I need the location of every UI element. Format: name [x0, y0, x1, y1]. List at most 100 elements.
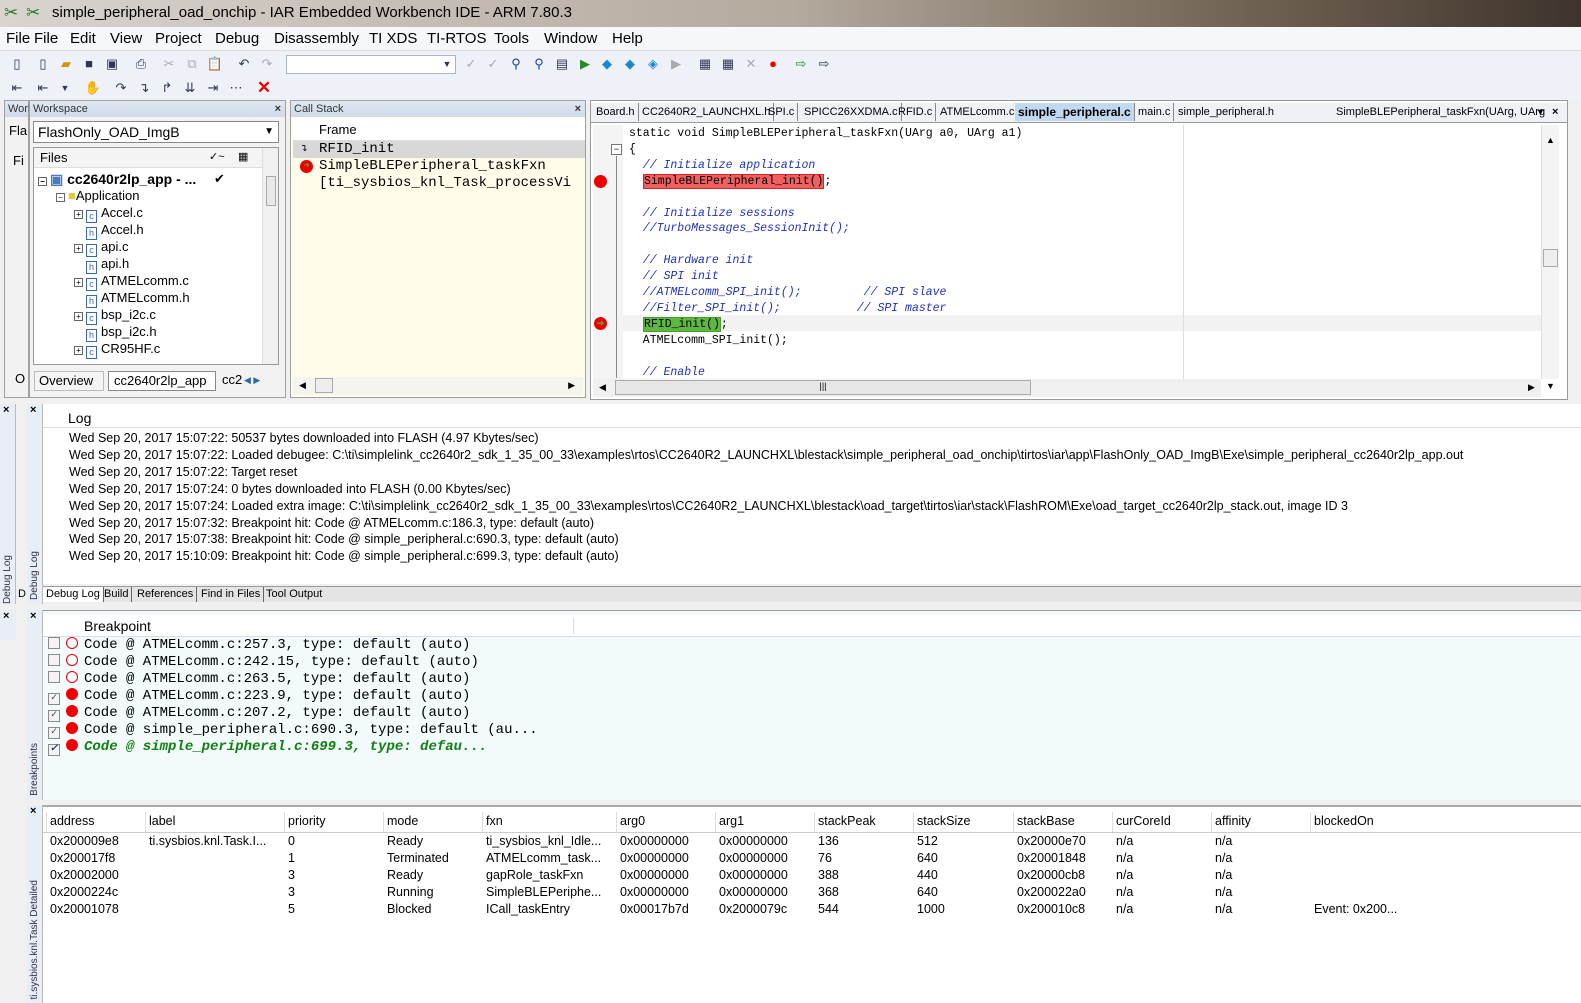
- frame-row[interactable]: ➔ SimpleBLEPeripheral_taskFxn: [293, 158, 585, 175]
- scroll-up-icon[interactable]: ▲: [1546, 135, 1555, 145]
- breakpoint-row[interactable]: ✓ Code @ simple_peripheral.c:690.3, type:…: [48, 722, 538, 739]
- file-item[interactable]: +hATMELcomm.h: [74, 290, 190, 308]
- file-item[interactable]: +hbsp_i2c.h: [74, 324, 157, 342]
- tab-cc2[interactable]: cc2: [220, 371, 244, 389]
- open-icon[interactable]: ▰: [57, 55, 75, 73]
- column-header-arg1[interactable]: arg1: [719, 814, 744, 828]
- step-over-icon[interactable]: ↷: [112, 79, 130, 97]
- scroll-left-icon[interactable]: ◀: [299, 380, 306, 391]
- expand-icon[interactable]: +: [74, 210, 83, 219]
- menu-help[interactable]: Help: [612, 27, 643, 51]
- editor-vscrollbar[interactable]: ▲ ▼: [1541, 125, 1559, 391]
- column-header-stackBase[interactable]: stackBase: [1017, 814, 1075, 828]
- tab-find-in-files[interactable]: Find in Files: [198, 587, 265, 602]
- breakpoints-side-tab[interactable]: Breakpoints: [29, 743, 40, 796]
- tab-spicc26xxdma-c[interactable]: SPICC26XXDMA.c: [801, 103, 902, 121]
- new-file-icon[interactable]: ▯: [8, 55, 26, 73]
- step-icon[interactable]: ⇨: [792, 55, 810, 73]
- column-header-arg0[interactable]: arg0: [620, 814, 645, 828]
- cut-icon[interactable]: ✂: [160, 55, 178, 73]
- tab-overview[interactable]: Overview: [34, 371, 104, 391]
- breakpoint-checkbox[interactable]: [48, 654, 60, 666]
- column-divider[interactable]: [715, 812, 716, 832]
- tab-atmelcomm-c[interactable]: ATMELcomm.c: [937, 103, 1019, 121]
- breakpoint-filter-icon[interactable]: ⚲: [530, 55, 548, 73]
- column-divider[interactable]: [814, 812, 815, 832]
- chevron-down-icon[interactable]: ▼: [438, 55, 456, 73]
- breakpoint-row[interactable]: Code @ ATMELcomm.c:242.15, type: default…: [48, 654, 479, 671]
- menu-view[interactable]: View: [110, 27, 142, 51]
- config-combo[interactable]: [286, 55, 456, 74]
- frame-column-header[interactable]: Frame: [293, 119, 585, 141]
- step-out-icon[interactable]: ↱: [158, 79, 176, 97]
- file-item[interactable]: + c ATMELcomm.c: [74, 273, 189, 291]
- close-icon[interactable]: ×: [30, 805, 36, 817]
- scroll-right-icon[interactable]: ▶: [568, 380, 575, 391]
- breakpoint-checkbox[interactable]: ✓: [48, 710, 60, 722]
- breakpoint-icon[interactable]: ●: [764, 55, 782, 73]
- go-to-icon[interactable]: ▤: [553, 55, 571, 73]
- chevron-down-icon[interactable]: ▼: [1533, 103, 1548, 121]
- disassembly-icon[interactable]: ▦: [696, 55, 714, 73]
- column-header-stackPeak[interactable]: stackPeak: [818, 814, 876, 828]
- column-divider[interactable]: [482, 812, 483, 832]
- log-column-header[interactable]: Log: [43, 408, 1581, 428]
- column-header-curCoreId[interactable]: curCoreId: [1116, 814, 1171, 828]
- close-icon[interactable]: ×: [3, 610, 9, 622]
- menu-edit[interactable]: Edit: [70, 27, 96, 51]
- breakpoint-row[interactable]: ✓ Code @ ATMELcomm.c:207.2, type: default…: [48, 705, 470, 722]
- nav-forward-icon[interactable]: ◆: [621, 55, 639, 73]
- tab-build[interactable]: Build: [101, 587, 133, 602]
- frame-row[interactable]: [ti_sysbios_knl_Task_processVi: [293, 175, 585, 192]
- toggle-breakpoint-icon[interactable]: ⚲: [507, 55, 525, 73]
- column-divider[interactable]: [1310, 812, 1311, 832]
- breakpoint-checkbox[interactable]: ✓: [48, 727, 60, 739]
- tab-simple-peripheral-h[interactable]: simple_peripheral.h: [1175, 103, 1277, 121]
- scroll-down-icon[interactable]: ▼: [1546, 381, 1555, 391]
- column-header-affinity[interactable]: affinity: [1215, 814, 1251, 828]
- close-icon[interactable]: ×: [3, 404, 9, 416]
- compile-icon[interactable]: ✓: [462, 55, 480, 73]
- column-header-label[interactable]: label: [149, 814, 175, 828]
- editor-hscrollbar[interactable]: ◀ ||| ▶: [593, 379, 1541, 397]
- debug-log-side-tab[interactable]: Debug Log: [29, 551, 40, 600]
- column-header-mode[interactable]: mode: [387, 814, 418, 828]
- chevron-down-icon[interactable]: ▼: [56, 79, 74, 97]
- close-icon[interactable]: ×: [275, 101, 281, 117]
- make-icon[interactable]: ✓: [484, 55, 502, 73]
- menu-ti-rtos[interactable]: TI-RTOS: [427, 27, 486, 51]
- expand-icon[interactable]: +: [74, 346, 83, 355]
- nav-back-icon[interactable]: ◆: [598, 55, 616, 73]
- column-divider[interactable]: [1112, 812, 1113, 832]
- task-detailed-side-tab[interactable]: ti.sysbios.knl.Task Detailed: [29, 880, 40, 1000]
- expand-icon[interactable]: +: [74, 312, 83, 321]
- file-item[interactable]: +hAccel.h: [74, 222, 144, 240]
- tab-debug-log[interactable]: Debug Log: [43, 587, 104, 602]
- file-tree-scrollbar[interactable]: [262, 148, 278, 364]
- menu-project[interactable]: Project: [155, 27, 202, 51]
- scroll-right-icon[interactable]: ▶: [1528, 382, 1535, 393]
- column-divider[interactable]: [913, 812, 914, 832]
- function-navigator-combo[interactable]: SimpleBLEPeripheral_taskFxn(UArg, UArg: [1333, 103, 1548, 121]
- column-divider[interactable]: [46, 812, 47, 832]
- tab-board-h[interactable]: Board.h: [593, 103, 639, 121]
- menu-window[interactable]: Window: [544, 27, 597, 51]
- close-icon[interactable]: ×: [575, 101, 581, 117]
- close-icon[interactable]: ×: [30, 404, 36, 416]
- step-into-icon[interactable]: ↴: [135, 79, 153, 97]
- download-icon[interactable]: ◈: [644, 55, 662, 73]
- menu-file[interactable]: File: [34, 27, 58, 51]
- menu-disassembly[interactable]: Disassembly: [274, 27, 359, 51]
- checkmark-column-icon[interactable]: ✓~: [209, 150, 225, 163]
- scrollbar-thumb[interactable]: |||: [615, 380, 1031, 395]
- save-all-icon[interactable]: ▣: [103, 55, 121, 73]
- options-column-icon[interactable]: ▦: [238, 150, 248, 163]
- ghost-log-tab[interactable]: D: [18, 588, 26, 600]
- registers-icon[interactable]: ▦: [719, 55, 737, 73]
- save-icon[interactable]: ■: [80, 55, 98, 73]
- breakpoint-checkbox[interactable]: [48, 671, 60, 683]
- ghost-debug-log-tab[interactable]: Debug Log: [2, 555, 13, 604]
- scrollbar-thumb[interactable]: [1543, 249, 1558, 267]
- copy-icon[interactable]: ⧉: [183, 55, 201, 73]
- group-node[interactable]: − ■Application: [56, 188, 139, 203]
